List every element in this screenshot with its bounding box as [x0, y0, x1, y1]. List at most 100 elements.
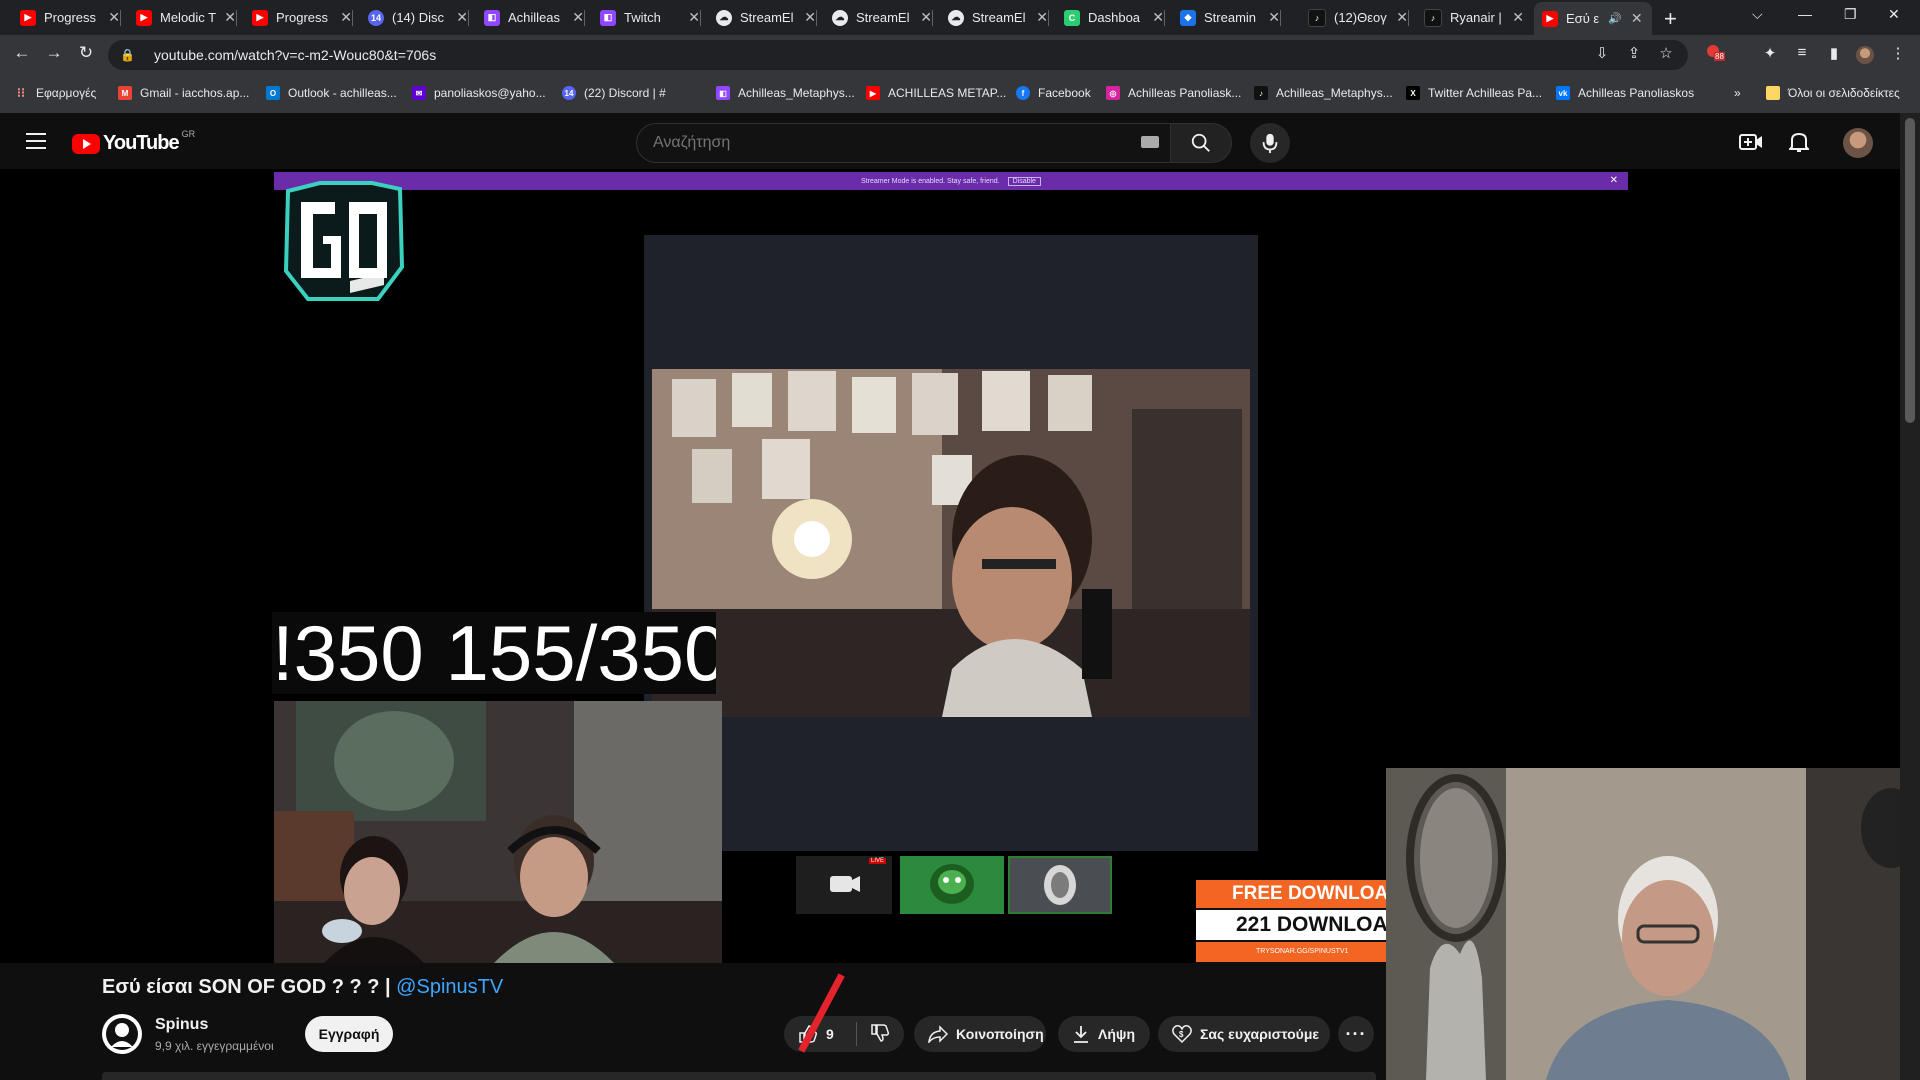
bookmark-item[interactable]: 14 (22) Discord | # [562, 86, 666, 100]
search-box[interactable] [636, 123, 1172, 163]
restore-button[interactable]: ❐ [1844, 6, 1857, 23]
close-tab-icon[interactable]: ✕ [456, 9, 468, 26]
search-button[interactable] [1170, 123, 1232, 163]
promo-line-2: 221 DOWNLOAD [1196, 910, 1386, 940]
disable-streamer-mode-button[interactable]: Disable [1007, 176, 1041, 186]
dashboard-icon: C [1064, 9, 1080, 26]
browser-tab[interactable]: C Dashboa ✕ [1056, 4, 1165, 31]
browser-tab[interactable]: 14 (14) Disc ✕ [360, 4, 469, 31]
browser-tab-active[interactable]: ▶ Εσύ ε 🔊 ✕ [1534, 2, 1652, 35]
bookmark-item[interactable]: O Outlook - achilleas... [266, 86, 397, 100]
close-tab-icon[interactable]: ✕ [1152, 9, 1164, 26]
close-tab-icon[interactable]: ✕ [1512, 9, 1524, 26]
browser-tab[interactable]: ▶ Progress ✕ [244, 4, 353, 31]
close-tab-icon[interactable]: ✕ [108, 9, 120, 26]
close-banner-icon[interactable]: ✕ [1610, 175, 1618, 186]
browser-tab[interactable]: ◧ Twitch ✕ [592, 4, 701, 31]
close-tab-icon[interactable]: ✕ [1630, 10, 1644, 27]
tab-label: Streamin [1204, 10, 1257, 25]
browser-tab[interactable]: ☁ StreamEl ✕ [940, 4, 1049, 31]
channel-handle-link[interactable]: @SpinusTV [396, 976, 503, 998]
browser-tab[interactable]: ☁ StreamEl ✕ [708, 4, 817, 31]
share-button[interactable]: Κοινοποίηση [914, 1016, 1046, 1052]
bookmark-item[interactable]: f Facebook [1016, 86, 1091, 100]
bookmark-item[interactable]: vk Achilleas Panoliaskos [1556, 86, 1694, 100]
media-control-icon[interactable]: ≡ [1792, 44, 1812, 61]
browser-tab[interactable]: ▶ Progress ✕ [12, 4, 121, 31]
yahoo-mail-icon: ✉ [412, 86, 426, 100]
close-tab-icon[interactable]: ✕ [340, 9, 352, 26]
lock-icon[interactable]: 🔒 [120, 48, 135, 62]
browser-tab[interactable]: ♪ (12)Θεογ ✕ [1300, 4, 1409, 31]
bookmark-item[interactable]: ♪ Achilleas_Metaphys... [1254, 86, 1393, 100]
bookmark-item[interactable]: ✉ panoliaskos@yaho... [412, 86, 546, 100]
scrollbar-thumb[interactable] [1905, 118, 1915, 423]
bookmark-star-icon[interactable]: ☆ [1656, 44, 1676, 62]
browser-tab[interactable]: ▶ Melodic T ✕ [128, 4, 237, 31]
extensions-puzzle-icon[interactable]: ✦ [1760, 44, 1780, 62]
share-icon[interactable]: ⇪ [1624, 44, 1644, 62]
tab-label: StreamEl [740, 10, 794, 25]
channel-name[interactable]: Spinus [155, 1016, 208, 1034]
bookmark-item[interactable]: M Gmail - iacchos.ap... [118, 86, 249, 100]
close-tab-icon[interactable]: ✕ [224, 9, 236, 26]
side-panel-icon[interactable]: ▮ [1824, 44, 1844, 62]
youtube-icon: ▶ [136, 9, 152, 26]
new-tab-button[interactable]: + [1664, 6, 1677, 32]
browser-tab[interactable]: ◧ Achilleas ✕ [476, 4, 585, 31]
bookmark-label: Twitter Achilleas Pa... [1428, 86, 1543, 100]
account-avatar[interactable] [1843, 128, 1873, 158]
close-tab-icon[interactable]: ✕ [920, 9, 932, 26]
portrait-icon [1044, 865, 1076, 905]
back-button[interactable]: ← [10, 43, 34, 63]
tab-label: Εσύ ε [1566, 11, 1600, 26]
notifications-bell-icon[interactable] [1786, 129, 1812, 155]
close-tab-icon[interactable]: ✕ [572, 9, 584, 26]
close-tab-icon[interactable]: ✕ [1268, 9, 1280, 26]
profile-avatar[interactable] [1856, 46, 1874, 64]
promo-line-1: FREE DOWNLOA [1196, 880, 1386, 908]
close-window-button[interactable]: ✕ [1888, 6, 1900, 23]
create-video-icon[interactable] [1738, 129, 1764, 155]
thanks-button[interactable]: $ Σας ευχαριστούμε [1158, 1016, 1330, 1052]
browser-tab[interactable]: ◆ Streamin ✕ [1172, 4, 1281, 31]
address-bar[interactable]: 🔒 youtube.com/watch?v=c-m2-Wouc80&t=706s [108, 40, 1688, 70]
more-bookmarks-chevron-icon[interactable]: » [1734, 86, 1741, 100]
bookmark-item[interactable]: X Twitter Achilleas Pa... [1406, 86, 1542, 100]
install-app-icon[interactable]: ⇩ [1592, 44, 1612, 62]
streamer-webcam-feed [652, 369, 1250, 717]
bookmark-item[interactable]: ⁝⁝ Εφαρμογές [14, 85, 96, 100]
forward-button[interactable]: → [42, 43, 66, 63]
channel-avatar[interactable] [102, 1014, 142, 1054]
browser-tab[interactable]: ☁ StreamEl ✕ [824, 4, 933, 31]
browser-tab[interactable]: ♪ Ryanair | ✕ [1416, 4, 1524, 31]
streamelements-icon: ☁ [832, 9, 848, 26]
dislike-button[interactable] [857, 1016, 903, 1052]
url-text[interactable]: youtube.com/watch?v=c-m2-Wouc80&t=706s [154, 47, 436, 63]
bookmark-item[interactable]: ▶ ACHILLEAS METAP... [866, 86, 1006, 100]
chrome-menu-icon[interactable]: ⋮ [1888, 44, 1908, 62]
bookmark-label: Achilleas Panoliaskos [1578, 86, 1695, 100]
all-bookmarks-item[interactable]: Όλοι οι σελιδοδείκτες [1766, 86, 1900, 100]
bookmark-item[interactable]: ◎ Achilleas Panoliask... [1106, 86, 1241, 100]
close-tab-icon[interactable]: ✕ [688, 9, 700, 26]
bookmark-item[interactable]: ◧ Achilleas_Metaphys... [716, 86, 855, 100]
youtube-icon: ▶ [252, 9, 268, 26]
tab-search-chevron-icon[interactable]: ⌵ [1752, 6, 1763, 23]
subscribe-button[interactable]: Εγγραφή [305, 1016, 393, 1052]
close-tab-icon[interactable]: ✕ [804, 9, 816, 26]
minimize-button[interactable]: — [1798, 6, 1812, 22]
more-actions-button[interactable]: ··· [1338, 1016, 1374, 1052]
close-tab-icon[interactable]: ✕ [1396, 9, 1408, 26]
search-input[interactable] [651, 124, 1095, 162]
speaker-icon[interactable]: 🔊 [1608, 12, 1622, 25]
extension-badge-icon[interactable]: 88 [1700, 44, 1726, 61]
voice-search-button[interactable] [1250, 123, 1290, 163]
keyboard-icon[interactable] [1141, 136, 1159, 148]
reload-button[interactable]: ↻ [74, 43, 98, 63]
close-tab-icon[interactable]: ✕ [1036, 9, 1048, 26]
youtube-logo[interactable]: YouTube GR [72, 129, 195, 155]
menu-hamburger-icon[interactable] [26, 133, 46, 149]
channel-watermark-logo [283, 181, 405, 301]
download-button[interactable]: Λήψη [1058, 1016, 1150, 1052]
